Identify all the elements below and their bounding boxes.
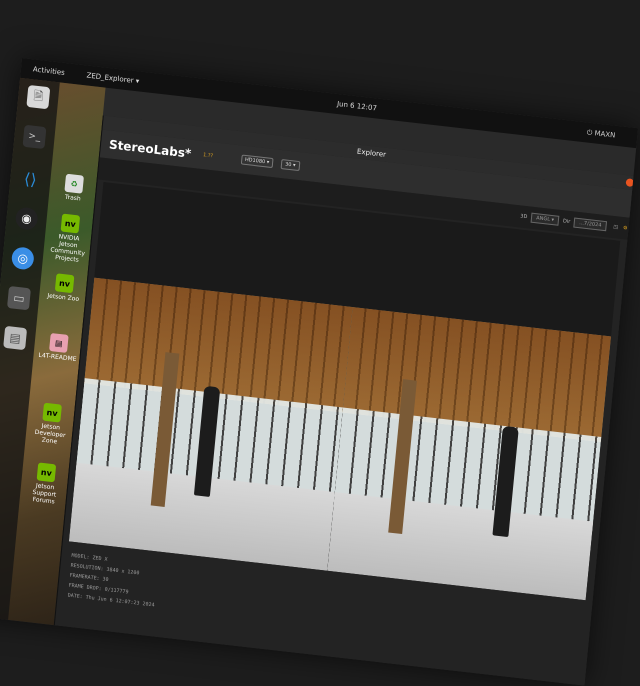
desktop-icon-label: Jetson Developer Zone bbox=[34, 422, 66, 446]
resolution-select[interactable]: HD1080 ▾ bbox=[240, 154, 274, 169]
record-dir-field[interactable]: ...7/2024 bbox=[573, 217, 607, 232]
dir-label: Dir bbox=[562, 218, 571, 226]
desktop-icon-jetson-zoo[interactable]: nv Jetson Zoo bbox=[43, 272, 85, 303]
activities-button[interactable]: Activities bbox=[33, 65, 66, 77]
clock[interactable]: Jun 6 12:07 bbox=[337, 100, 378, 112]
brand-logo: StereoLabs* bbox=[108, 137, 192, 161]
camera-info-overlay: MODEL: ZED X RESOLUTION: 3840 x 1200 FRA… bbox=[67, 551, 159, 611]
power-mode-indicator[interactable]: ⏻ MAXN bbox=[586, 128, 615, 140]
app-menu[interactable]: ZED_Explorer ▾ bbox=[86, 71, 139, 85]
power-mode-label: MAXN bbox=[594, 128, 616, 140]
depth-label: 3D bbox=[519, 213, 528, 221]
right-camera-image bbox=[327, 307, 612, 601]
trash-icon: ♻ bbox=[64, 173, 84, 194]
fps-value: 30 bbox=[284, 161, 292, 169]
chromium-icon[interactable]: ◎ bbox=[10, 246, 35, 271]
readme-icon: ▤ bbox=[49, 332, 69, 353]
settings-icon[interactable]: ⚙ bbox=[623, 225, 628, 231]
desktop-icon-label: NVIDIA Jetson Community Projects bbox=[50, 233, 86, 264]
terminal-icon[interactable]: >_ bbox=[22, 124, 47, 150]
depth-mode-value: ANGL bbox=[535, 215, 551, 223]
obs-icon[interactable]: ◉ bbox=[14, 206, 39, 231]
explorer-window: Explorer StereoLabs* 1.?? HD1080 ▾ 30 ▾ … bbox=[53, 115, 639, 686]
window-icon[interactable]: ▭ bbox=[6, 285, 31, 311]
files2-icon[interactable]: ▤ bbox=[3, 325, 28, 351]
nvidia-icon: nv bbox=[42, 402, 62, 423]
desktop-icon-developer-zone[interactable]: nv Jetson Developer Zone bbox=[29, 401, 73, 446]
desktop-icon-label: Jetson Support Forums bbox=[32, 482, 57, 506]
desktop-icon-trash[interactable]: ♻ Trash bbox=[53, 172, 95, 203]
fps-select[interactable]: 30 ▾ bbox=[280, 159, 300, 172]
depth-mode-select[interactable]: ANGL ▾ bbox=[530, 212, 560, 226]
nvidia-icon: nv bbox=[60, 213, 81, 234]
record-icon[interactable]: ◳ bbox=[613, 224, 618, 231]
close-icon[interactable] bbox=[625, 178, 635, 188]
vscode-icon[interactable]: ⟨⟩ bbox=[18, 167, 42, 191]
nvidia-icon: nv bbox=[54, 273, 75, 294]
desktop-icon-support-forums[interactable]: nv Jetson Support Forums bbox=[23, 461, 67, 506]
desktop-icon-jetson-community[interactable]: nv NVIDIA Jetson Community Projects bbox=[47, 212, 91, 264]
files-icon[interactable]: 🗎 bbox=[26, 84, 51, 110]
left-camera-image bbox=[68, 277, 353, 571]
resolution-value: HD1080 bbox=[244, 156, 266, 166]
window-title: Explorer bbox=[356, 147, 387, 159]
nvidia-icon: nv bbox=[36, 462, 57, 483]
monitor-screen: Activities ZED_Explorer ▾ Jun 6 12:07 ⏻ … bbox=[0, 58, 639, 686]
desktop-icon-l4t-readme[interactable]: ▤ L4T-README bbox=[37, 332, 79, 363]
version-label: 1.?? bbox=[202, 152, 214, 160]
